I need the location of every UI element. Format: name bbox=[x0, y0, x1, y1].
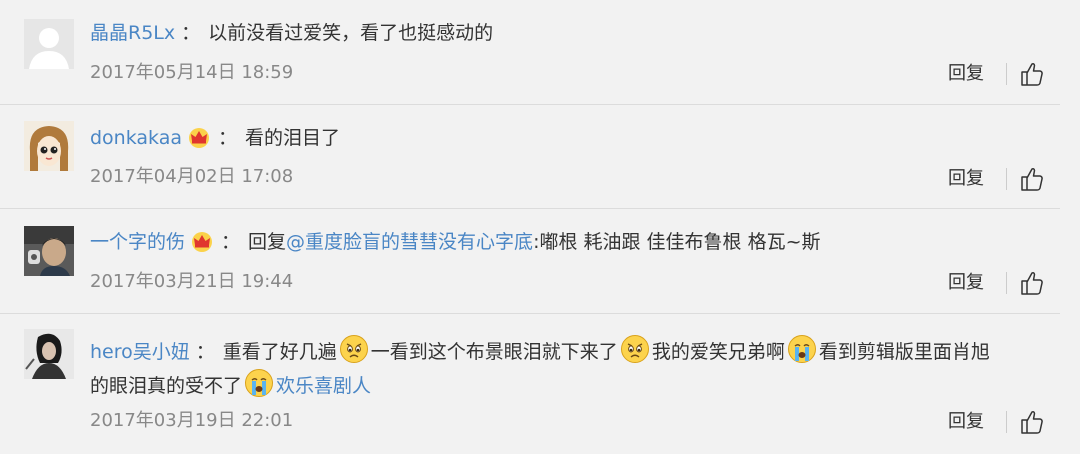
reply-button[interactable]: 回复 bbox=[948, 271, 984, 295]
crown-icon bbox=[186, 126, 212, 157]
colon: ： bbox=[218, 127, 238, 149]
like-button[interactable] bbox=[1020, 166, 1044, 196]
comment-text: 重看了好几遍 bbox=[222, 341, 337, 363]
username[interactable]: 一个字的伤 bbox=[90, 231, 185, 253]
comment-body: 一个字的伤 ： 回复@重度脸盲的彗彗没有心字底:嘟根 耗油跟 佳佳布鲁根 格瓦~斯 bbox=[90, 227, 821, 261]
divider bbox=[1006, 168, 1007, 190]
like-button[interactable] bbox=[1020, 61, 1044, 91]
comment-item: 一个字的伤：回复@重度脸盲的彗彗没有心字底:嘟根 耗油跟 佳佳布鲁根 格瓦~斯 … bbox=[0, 209, 1060, 314]
comment-body: 晶晶R5Lx ： 以前没看过爱笑，看了也挺感动的 bbox=[90, 18, 493, 48]
divider bbox=[1006, 411, 1007, 433]
colon: ： bbox=[195, 341, 215, 363]
crown-icon bbox=[189, 230, 215, 261]
divider bbox=[1006, 272, 1007, 294]
reply-button[interactable]: 回复 bbox=[948, 410, 984, 434]
comment-body: donkakaa ： 看的泪目了 bbox=[90, 123, 340, 157]
comment-text: :嘟根 耗油跟 佳佳布鲁根 格瓦~斯 bbox=[533, 231, 821, 253]
comment-date: 2017年04月02日 17:08 bbox=[90, 166, 294, 187]
reply-prefix: 回复 bbox=[248, 231, 287, 253]
thumbs-up-icon bbox=[1021, 167, 1043, 191]
comment-item: donkakaa ： 看的泪目了 2017年04月02日 17:08 回复 bbox=[0, 105, 1060, 209]
sad-face-emoji bbox=[620, 334, 650, 373]
reply-button[interactable]: 回复 bbox=[948, 62, 984, 86]
mention-link[interactable]: @重度脸盲的彗彗没有心字底 bbox=[286, 231, 533, 253]
username[interactable]: hero吴小妞 bbox=[90, 341, 190, 363]
divider bbox=[1006, 63, 1007, 85]
username[interactable]: donkakaa bbox=[90, 127, 182, 149]
crying-face-emoji bbox=[244, 368, 274, 407]
comment-date: 2017年03月21日 19:44 bbox=[90, 271, 294, 292]
comment-text: 的眼泪真的受不了 bbox=[90, 375, 243, 397]
like-button[interactable] bbox=[1020, 409, 1044, 439]
crying-face-emoji bbox=[787, 334, 817, 373]
avatar[interactable] bbox=[24, 121, 74, 171]
comment-item: 晶晶R5Lx ： 以前没看过爱笑，看了也挺感动的 2017年05月14日 18:59… bbox=[0, 0, 1060, 105]
thumbs-up-icon bbox=[1021, 62, 1043, 86]
like-button[interactable] bbox=[1020, 270, 1044, 300]
topic-link[interactable]: 欢乐喜剧人 bbox=[276, 375, 371, 397]
comment-body-line2: 的眼泪真的受不了 欢乐喜剧人 bbox=[90, 368, 371, 407]
colon: ： bbox=[221, 231, 241, 253]
comment-text: 看的泪目了 bbox=[245, 127, 341, 149]
colon: ： bbox=[181, 22, 201, 44]
thumbs-up-icon bbox=[1021, 410, 1043, 434]
avatar[interactable] bbox=[24, 226, 74, 276]
reply-button[interactable]: 回复 bbox=[948, 167, 984, 191]
comment-item: hero吴小妞： 重看了好几遍 一看到这个布景眼泪就下来了 我的爱笑兄弟啊 看到剪辑版里… bbox=[0, 314, 1060, 454]
comment-date: 2017年05月14日 18:59 bbox=[90, 62, 294, 83]
thumbs-up-icon bbox=[1021, 271, 1043, 295]
avatar[interactable] bbox=[24, 19, 74, 69]
comment-text: 我的爱笑兄弟啊 bbox=[651, 341, 785, 363]
comment-date: 2017年03月19日 22:01 bbox=[90, 410, 294, 431]
comment-text: 以前没看过爱笑，看了也挺感动的 bbox=[208, 22, 494, 44]
comment-text: 一看到这个布景眼泪就下来了 bbox=[370, 341, 618, 363]
username[interactable]: 晶晶R5Lx bbox=[90, 22, 175, 44]
comment-text: 看到剪辑版里面肖旭 bbox=[818, 341, 990, 363]
avatar[interactable] bbox=[24, 329, 74, 379]
